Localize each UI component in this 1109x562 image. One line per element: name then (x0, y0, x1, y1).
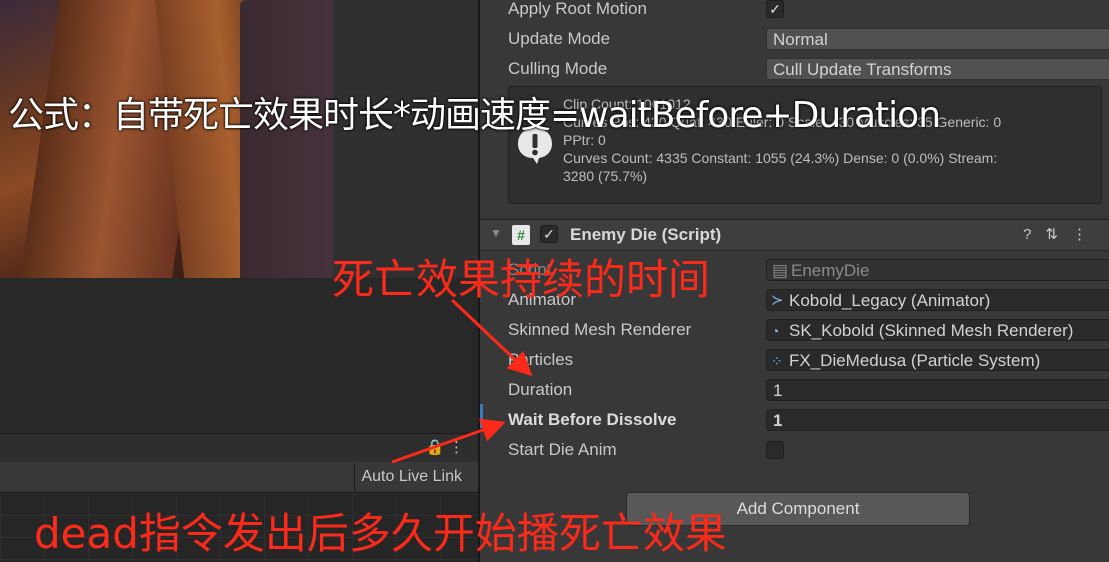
animator-field[interactable]: ≻ Kobold_Legacy (Animator) (766, 289, 1109, 311)
lock-and-menu-icons[interactable]: 🔒 ⋮ (426, 438, 464, 456)
apply-root-motion-checkbox[interactable]: ✓ (766, 0, 784, 18)
duration-row: Duration 1 (508, 375, 1109, 405)
skinned-mesh-row: Skinned Mesh Renderer ◔ SK_Kobold (Skinn… (508, 315, 1109, 345)
update-mode-label: Update Mode (508, 29, 611, 48)
foldout-arrow-icon[interactable]: ▼ (490, 226, 502, 240)
start-die-anim-label: Start Die Anim (508, 440, 617, 459)
skinned-mesh-field[interactable]: ◔ SK_Kobold (Skinned Mesh Renderer) (766, 319, 1109, 341)
update-mode-dropdown[interactable]: Normal ▼ (766, 28, 1109, 50)
shadow-shape (240, 0, 333, 278)
culling-mode-value: Cull Update Transforms (773, 60, 952, 79)
particles-label: Particles (508, 350, 574, 369)
particles-row: Particles ⁘ FX_DieMedusa (Particle Syste… (508, 345, 1109, 375)
skinned-mesh-icon: ◔ (771, 323, 780, 339)
wait-before-dissolve-input[interactable]: 1 (766, 409, 1109, 431)
script-file-icon: ▤ (772, 261, 789, 280)
skinned-mesh-label: Skinned Mesh Renderer (508, 320, 692, 339)
particles-value: FX_DieMedusa (Particle System) (789, 351, 1041, 370)
auto-live-link-button[interactable]: Auto Live Link (354, 463, 468, 491)
particle-system-icon: ⁘ (771, 353, 783, 369)
script-value: EnemyDie (791, 261, 870, 280)
apply-root-motion-row: Apply Root Motion ✓ (508, 0, 1108, 24)
duration-input[interactable]: 1 (766, 379, 1109, 401)
csharp-script-icon: # (512, 225, 530, 245)
formula-annotation: 公式：自带死亡效果时长*动画速度=waitBefore+Duration (8, 95, 941, 136)
animator-subbar: Auto Live Link (0, 462, 478, 493)
skinned-mesh-value: SK_Kobold (Skinned Mesh Renderer) (789, 321, 1074, 340)
update-mode-row: Update Mode Normal ▼ (508, 24, 1109, 54)
apply-root-motion-label: Apply Root Motion (508, 0, 647, 18)
start-die-anim-row: Start Die Anim (508, 435, 1108, 465)
update-mode-value: Normal (773, 30, 828, 49)
animator-value: Kobold_Legacy (Animator) (789, 291, 991, 310)
clip-info-line: 3280 (75.7%) (563, 168, 648, 184)
component-enabled-checkbox[interactable]: ✓ (540, 225, 558, 243)
start-die-anim-checkbox[interactable] (766, 441, 784, 459)
component-header-icons[interactable]: ?⇅⋮ (1023, 225, 1101, 243)
culling-mode-label: Culling Mode (508, 59, 608, 78)
script-field: ▤ EnemyDie (766, 259, 1109, 281)
animator-component-icon: ≻ (771, 292, 784, 309)
particles-field[interactable]: ⁘ FX_DieMedusa (Particle System) (766, 349, 1109, 371)
animator-toolbar: 🔒 ⋮ (0, 433, 478, 463)
wait-annotation: dead指令发出后多久开始播死亡效果 (34, 509, 727, 558)
duration-label: Duration (508, 380, 573, 399)
duration-annotation: 死亡效果持续的时间 (332, 255, 711, 304)
scene-view-empty (333, 0, 478, 278)
wait-before-dissolve-row: Wait Before Dissolve 1 (508, 405, 1109, 435)
culling-mode-dropdown[interactable]: Cull Update Transforms ▼ (766, 58, 1109, 80)
wait-before-dissolve-label: Wait Before Dissolve (508, 410, 677, 429)
culling-mode-row: Culling Mode Cull Update Transforms ▼ (508, 54, 1109, 84)
clip-info-line: Curves Count: 4335 Constant: 1055 (24.3%… (563, 150, 998, 166)
scene-view[interactable] (0, 0, 333, 278)
active-field-indicator (480, 404, 483, 428)
